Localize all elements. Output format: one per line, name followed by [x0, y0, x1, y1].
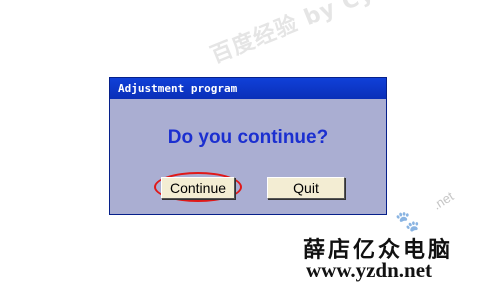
watermark-net: .net: [430, 188, 457, 213]
dialog-titlebar[interactable]: Adjustment program: [110, 78, 386, 99]
watermark-url: www.yzdn.net: [306, 258, 433, 282]
quit-button[interactable]: Quit: [267, 177, 345, 199]
continue-button[interactable]: Continue: [161, 177, 235, 199]
dialog-prompt: Do you continue?: [167, 127, 329, 148]
paw-icon: 🐾: [395, 211, 420, 233]
dialog-title: Adjustment program: [118, 82, 238, 95]
adjustment-dialog: Adjustment program Do you continue? Cont…: [109, 77, 387, 215]
watermark-baidu-jingyan: 百度经验 by Cynthia: [207, 0, 443, 69]
